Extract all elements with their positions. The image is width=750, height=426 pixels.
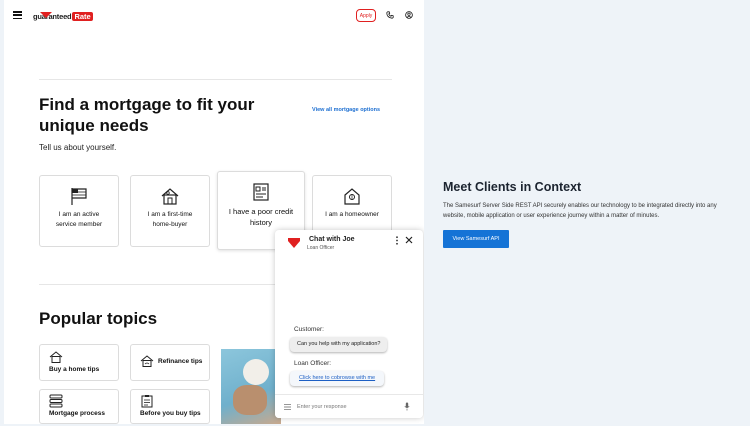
persona-card-label: I have a poor credit history xyxy=(228,207,294,227)
topic-label: Mortgage process xyxy=(49,410,105,417)
logo-text: guaranteed xyxy=(33,11,72,21)
apply-button[interactable]: Apply xyxy=(356,9,376,22)
chat-input-bar xyxy=(275,394,423,418)
topic-refinance-tips[interactable]: Refinance tips xyxy=(130,344,210,381)
view-samesurf-api-button[interactable]: View Samesurf API xyxy=(443,230,509,248)
promo-title: Meet Clients in Context xyxy=(443,180,582,194)
credit-report-icon xyxy=(253,183,269,201)
customer-message-bubble: Can you help with my application? xyxy=(290,337,388,352)
house-icon xyxy=(161,188,179,205)
clipboard-icon xyxy=(141,395,153,408)
topic-label: Refinance tips xyxy=(158,358,203,365)
promo-body: The Samesurf Server Side REST API secure… xyxy=(443,203,717,219)
loan-officer-label: Loan Officer: xyxy=(294,360,332,367)
photo-person xyxy=(233,385,267,415)
section-divider xyxy=(39,284,275,285)
hero-subtitle: Tell us about yourself. xyxy=(39,143,117,152)
home-icon xyxy=(49,351,63,363)
persona-card-label: I am a first-time home-buyer xyxy=(147,211,193,228)
view-mortgage-options-link[interactable]: View all mortgage options xyxy=(312,107,380,113)
topic-mortgage-process[interactable]: Mortgage process xyxy=(39,389,119,424)
layers-icon xyxy=(49,394,63,408)
brand-shield-icon xyxy=(288,238,300,248)
topic-photo xyxy=(221,349,281,424)
section-divider xyxy=(39,79,392,80)
persona-card-first-time-buyer[interactable]: I am a first-time home-buyer xyxy=(130,175,210,247)
persona-card-label: I am an active service member xyxy=(55,211,103,228)
menu-icon[interactable] xyxy=(284,404,291,410)
chat-agent-name: Chat with Joe xyxy=(309,236,355,243)
topic-label: Buy a home tips xyxy=(49,366,100,373)
chat-widget: Chat with Joe Loan Officer Customer: Can… xyxy=(275,230,423,418)
topic-buy-home-tips[interactable]: Buy a home tips xyxy=(39,344,119,381)
cobrowse-link[interactable]: Click here to cobrowse with me xyxy=(290,371,385,386)
hamburger-icon[interactable] xyxy=(13,11,22,20)
user-icon[interactable] xyxy=(405,11,413,19)
site-header: guaranteed Rate Apply xyxy=(4,0,424,32)
photo-hat xyxy=(243,359,269,385)
hero-title: Find a mortgage to fit your unique needs xyxy=(39,95,255,135)
close-icon[interactable] xyxy=(405,236,413,244)
topic-label: Before you buy tips xyxy=(140,410,201,417)
popular-topics-title: Popular topics xyxy=(39,309,158,328)
microphone-icon[interactable] xyxy=(404,402,410,411)
logo-shield-icon xyxy=(40,12,52,18)
chat-response-input[interactable] xyxy=(297,400,397,414)
topic-before-you-buy[interactable]: Before you buy tips xyxy=(130,389,210,424)
more-options-icon[interactable] xyxy=(395,236,399,245)
persona-card-label: I am a homeowner xyxy=(325,211,379,218)
mortgage-site-frame: guaranteed Rate Apply Find a mortgage to… xyxy=(4,0,424,424)
customer-label: Customer: xyxy=(294,326,324,333)
persona-card-service-member[interactable]: I am an active service member xyxy=(39,175,119,247)
refinance-icon xyxy=(140,355,154,367)
chat-agent-role: Loan Officer xyxy=(307,245,335,251)
phone-icon[interactable] xyxy=(386,11,394,19)
logo-accent: Rate xyxy=(72,11,93,21)
home-owner-icon xyxy=(344,188,360,205)
flag-icon xyxy=(71,188,87,205)
